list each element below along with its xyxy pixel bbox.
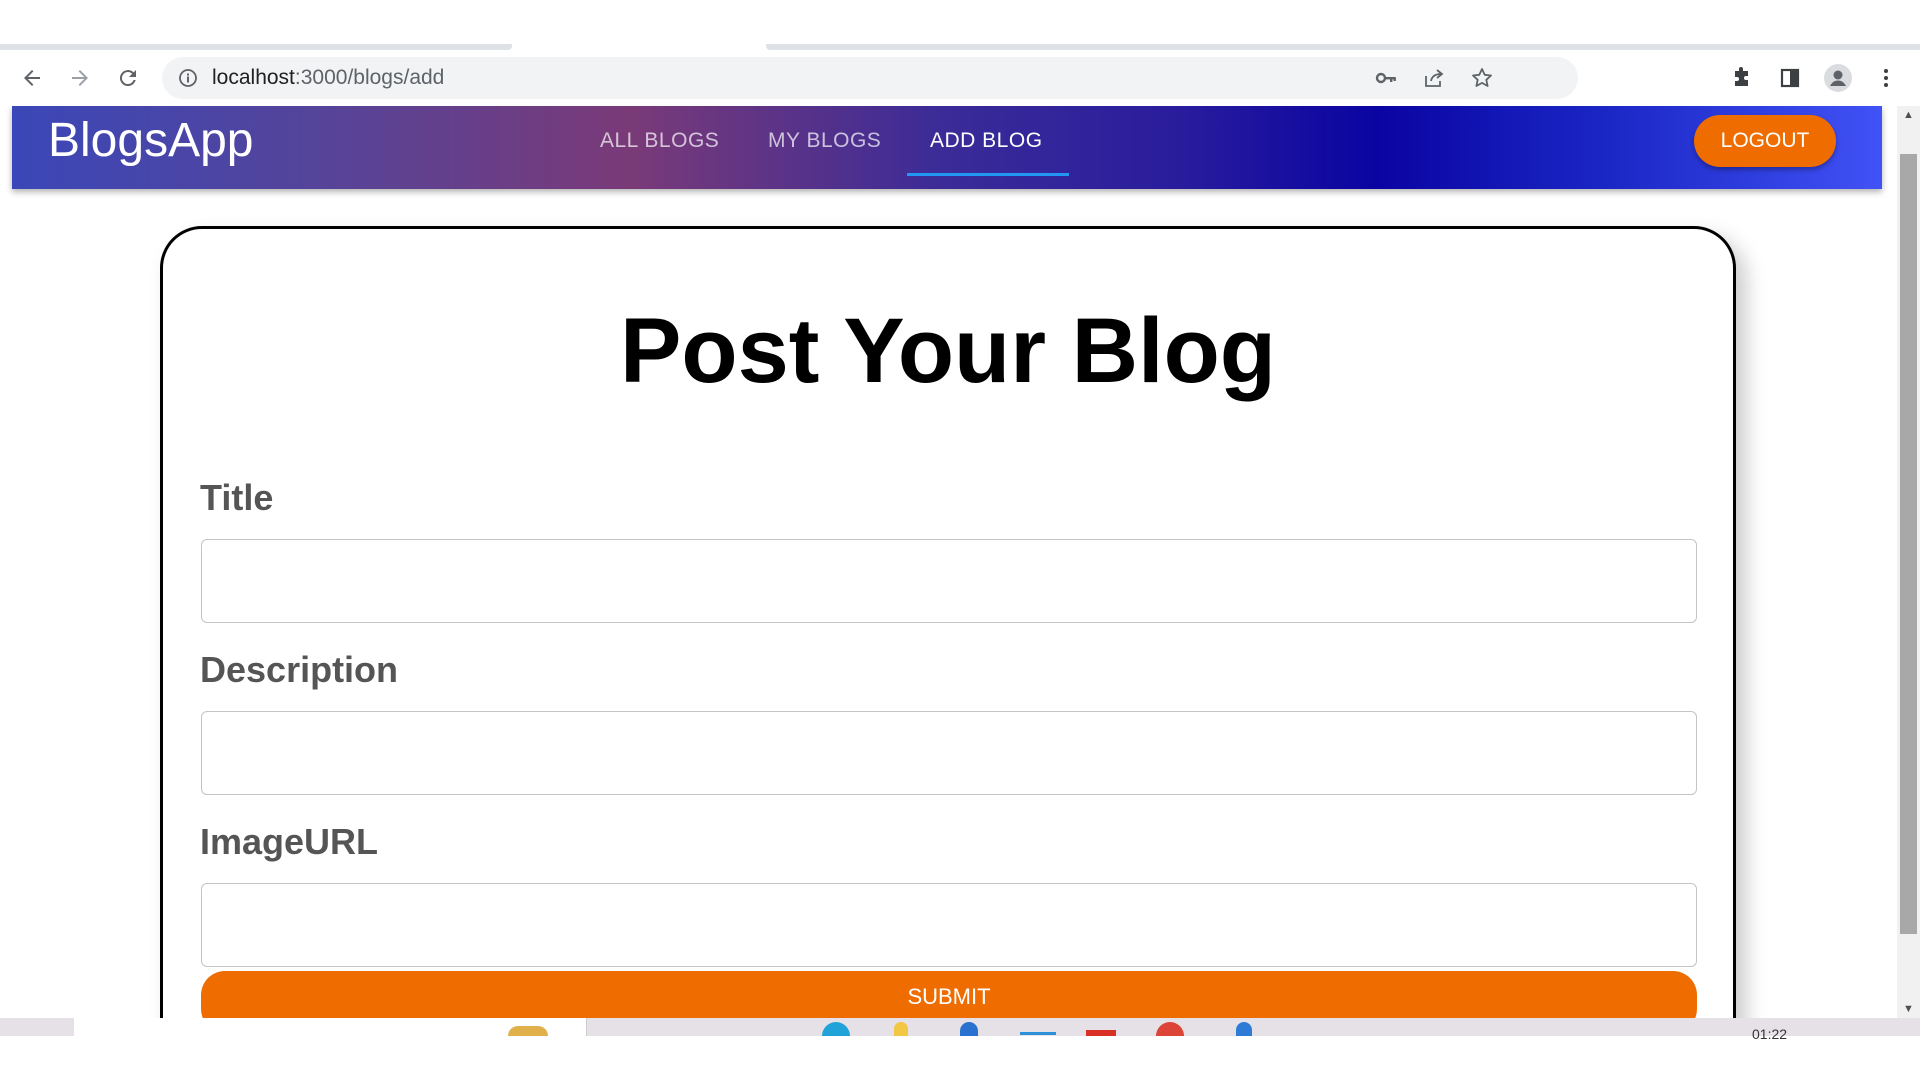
description-field-box <box>201 711 1697 795</box>
browser-toolbar: localhost:3000/blogs/add <box>0 50 1920 106</box>
file-explorer-icon[interactable] <box>894 1022 908 1036</box>
active-tab-indicator <box>907 173 1069 176</box>
page-viewport: BlogsApp All Blogs My Blogs Add Blog Log… <box>0 106 1897 1018</box>
gmail-icon[interactable] <box>1086 1030 1116 1036</box>
forward-icon[interactable] <box>62 60 98 96</box>
url-host: localhost <box>212 66 295 89</box>
vscode-icon[interactable] <box>1236 1022 1252 1036</box>
title-input[interactable] <box>202 540 1696 622</box>
post-blog-form: Post Your Blog Title Description ImageUR… <box>160 226 1736 1018</box>
site-info-icon[interactable] <box>176 66 200 90</box>
tab-my-blogs[interactable]: My Blogs <box>768 106 881 176</box>
scrollbar-thumb[interactable] <box>1900 154 1917 934</box>
bookmark-star-icon[interactable] <box>1470 66 1494 90</box>
title-label: Title <box>200 477 274 518</box>
browser-menu-icon[interactable] <box>1868 60 1904 96</box>
scroll-down-arrow-icon[interactable]: ▼ <box>1897 1000 1920 1018</box>
share-icon[interactable] <box>1422 66 1446 90</box>
store-icon[interactable] <box>960 1022 978 1036</box>
imageurl-label: ImageURL <box>200 821 379 862</box>
mail-icon[interactable] <box>1020 1032 1056 1035</box>
browser-tab-strip <box>0 0 1920 50</box>
side-panel-icon[interactable] <box>1772 60 1808 96</box>
title-field-box <box>201 539 1697 623</box>
app-header: BlogsApp All Blogs My Blogs Add Blog Log… <box>12 106 1882 189</box>
key-icon[interactable] <box>1374 66 1398 90</box>
brand-logo-text: BlogsApp <box>48 114 254 167</box>
submit-button[interactable]: Submit <box>201 971 1697 1018</box>
imageurl-field-box <box>201 883 1697 967</box>
logout-button[interactable]: Logout <box>1694 115 1836 167</box>
address-bar[interactable]: localhost:3000/blogs/add <box>162 57 1578 99</box>
url-path: :3000/blogs/add <box>294 66 445 89</box>
search-highlight-icon <box>508 1026 548 1036</box>
tab-add-blog[interactable]: Add Blog <box>930 106 1043 176</box>
profile-avatar-icon[interactable] <box>1820 60 1856 96</box>
page-scrollbar[interactable]: ▲ ▼ <box>1897 106 1920 1018</box>
extensions-puzzle-icon[interactable] <box>1724 60 1760 96</box>
description-label: Description <box>200 649 399 690</box>
imageurl-input[interactable] <box>202 884 1696 966</box>
taskbar-search-box[interactable] <box>74 1018 587 1036</box>
taskbar-clock: 01:22 <box>1752 1026 1788 1042</box>
back-icon[interactable] <box>14 60 50 96</box>
scroll-up-arrow-icon[interactable]: ▲ <box>1897 106 1920 124</box>
description-input[interactable] <box>202 712 1696 794</box>
form-title: Post Your Blog <box>620 300 1276 402</box>
url-text[interactable]: localhost:3000/blogs/add <box>212 57 444 99</box>
tab-all-blogs[interactable]: All Blogs <box>600 106 719 176</box>
reload-icon[interactable] <box>110 60 146 96</box>
os-taskbar: 01:22 <box>0 1018 1920 1080</box>
